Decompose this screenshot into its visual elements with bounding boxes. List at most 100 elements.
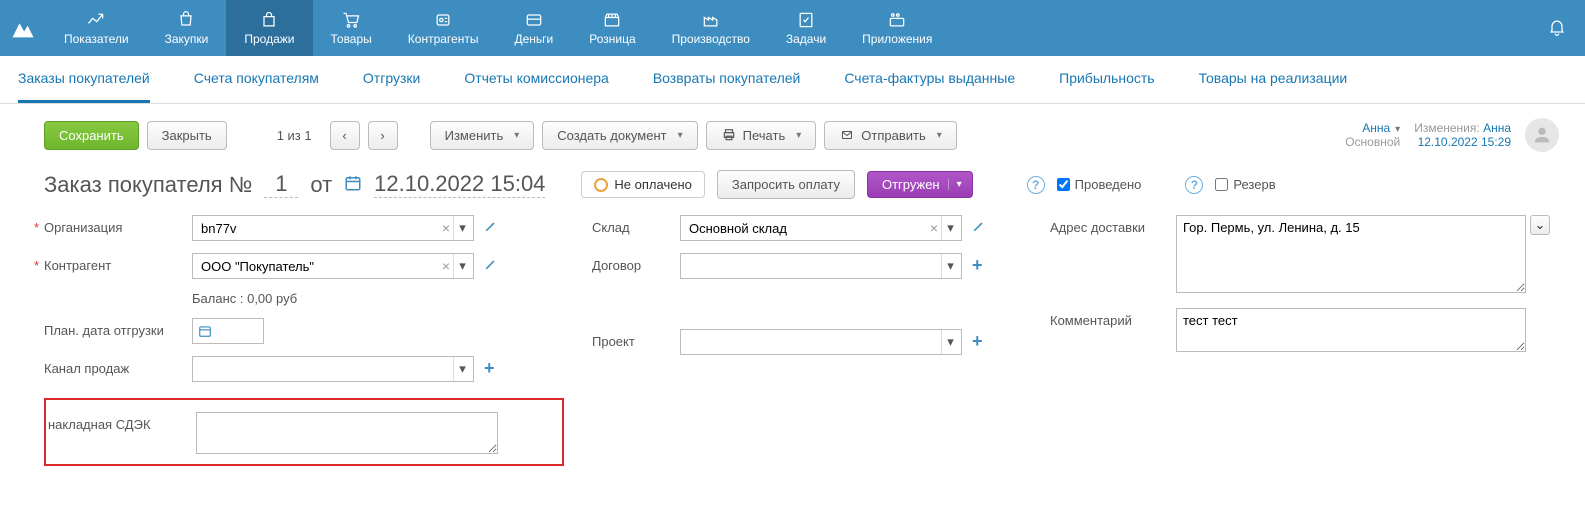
contract-combo[interactable]: ▾ (680, 253, 962, 279)
chevron-down-icon: ▾ (948, 179, 962, 190)
ship-status-badge[interactable]: Отгружен ▾ (867, 171, 973, 198)
notifications-bell-icon[interactable] (1529, 16, 1585, 41)
nav-label: Производство (672, 32, 750, 46)
sales-channel-input[interactable] (201, 362, 453, 377)
clear-icon[interactable]: × (439, 220, 453, 236)
document-header: Заказ покупателя № от 12.10.2022 15:04 Н… (0, 162, 1585, 211)
delivery-address-textarea[interactable] (1176, 215, 1526, 293)
status-circle-icon (594, 178, 608, 192)
nav-goods[interactable]: Товары (313, 0, 390, 56)
tab-goods-on-sale[interactable]: Товары на реализации (1199, 56, 1348, 103)
nav-counterparties[interactable]: Контрагенты (390, 0, 497, 56)
avatar[interactable] (1525, 118, 1559, 152)
request-payment-button[interactable]: Запросить оплату (717, 170, 855, 199)
doc-datetime[interactable]: 12.10.2022 15:04 (374, 171, 545, 198)
close-button[interactable]: Закрыть (147, 121, 227, 150)
chevron-down-icon[interactable]: ▾ (941, 216, 959, 240)
clear-icon[interactable]: × (927, 220, 941, 236)
nav-production[interactable]: Производство (654, 0, 768, 56)
nav-label: Показатели (64, 32, 129, 46)
user-info-block: Анна Основной Изменения: Анна 12.10.2022… (1345, 118, 1559, 152)
nav-retail[interactable]: Розница (571, 0, 653, 56)
nav-label: Задачи (786, 32, 826, 46)
help-icon[interactable]: ? (1185, 176, 1203, 194)
tab-customer-returns[interactable]: Возвраты покупателей (653, 56, 801, 103)
sub-nav: Заказы покупателей Счета покупателям Отг… (0, 56, 1585, 104)
doc-number-input[interactable] (264, 171, 298, 198)
save-button[interactable]: Сохранить (44, 121, 139, 150)
add-icon[interactable]: + (968, 253, 987, 278)
clear-icon[interactable]: × (439, 258, 453, 274)
tab-shipments[interactable]: Отгрузки (363, 56, 420, 103)
create-document-dropdown[interactable]: Создать документ (542, 121, 697, 150)
contract-input[interactable] (689, 259, 941, 274)
changes-datetime: 12.10.2022 15:29 (1414, 135, 1511, 149)
tab-profitability[interactable]: Прибыльность (1059, 56, 1154, 103)
mail-icon (839, 129, 855, 141)
page-counter: 1 из 1 (267, 128, 322, 143)
chevron-down-icon[interactable]: ▾ (941, 254, 959, 278)
calendar-icon (198, 324, 212, 338)
current-user-role: Основной (1345, 135, 1400, 149)
chevron-down-icon[interactable]: ▾ (453, 216, 471, 240)
changes-user[interactable]: Анна (1483, 121, 1511, 135)
nav-indicators[interactable]: Показатели (46, 0, 147, 56)
project-input[interactable] (689, 335, 941, 350)
change-dropdown[interactable]: Изменить (430, 121, 535, 150)
counterparty-combo[interactable]: × ▾ (192, 253, 474, 279)
nav-label: Товары (331, 32, 372, 46)
send-dropdown[interactable]: Отправить (824, 121, 957, 150)
form-area: Организация × ▾ Контрагент × ▾ Баланс : … (0, 211, 1585, 506)
project-combo[interactable]: ▾ (680, 329, 962, 355)
sdek-highlight-box: накладная СДЭК (44, 398, 564, 466)
tab-issued-invoices[interactable]: Счета-фактуры выданные (844, 56, 1015, 103)
nav-purchases[interactable]: Закупки (147, 0, 227, 56)
address-dropdown-button[interactable]: ⌄ (1530, 215, 1550, 235)
nav-label: Розница (589, 32, 635, 46)
warehouse-label: Склад (592, 215, 674, 235)
edit-icon[interactable] (480, 253, 502, 278)
tab-customer-orders[interactable]: Заказы покупателей (18, 56, 150, 103)
warehouse-combo[interactable]: × ▾ (680, 215, 962, 241)
reserve-checkbox[interactable]: Резерв (1215, 177, 1275, 192)
balance-text: Баланс : 0,00 руб (192, 291, 297, 306)
tab-commission-reports[interactable]: Отчеты комиссионера (464, 56, 609, 103)
nav-tasks[interactable]: Задачи (768, 0, 844, 56)
chevron-down-icon[interactable]: ▾ (453, 357, 471, 381)
warehouse-input[interactable] (689, 221, 927, 236)
plan-ship-date-input[interactable] (192, 318, 264, 344)
chevron-down-icon[interactable]: ▾ (941, 330, 959, 354)
posted-checkbox[interactable]: Проведено (1057, 177, 1142, 192)
chevron-down-icon[interactable]: ▾ (453, 254, 471, 278)
next-button[interactable]: › (368, 121, 398, 150)
comment-textarea[interactable] (1176, 308, 1526, 352)
prev-button[interactable]: ‹ (330, 121, 360, 150)
from-label: от (310, 172, 332, 198)
nav-sales[interactable]: Продажи (226, 0, 312, 56)
edit-icon[interactable] (968, 215, 990, 240)
plan-ship-date-label: План. дата отгрузки (44, 318, 186, 338)
calendar-icon[interactable] (344, 174, 362, 195)
changes-label: Изменения: (1414, 121, 1480, 135)
nav-label: Закупки (165, 32, 209, 46)
sdek-textarea[interactable] (196, 412, 498, 454)
counterparty-input[interactable] (201, 259, 439, 274)
tab-customer-invoices[interactable]: Счета покупателям (194, 56, 319, 103)
add-icon[interactable]: + (968, 329, 987, 354)
organization-input[interactable] (201, 221, 439, 236)
nav-label: Приложения (862, 32, 932, 46)
sdek-label: накладная СДЭК (48, 412, 190, 432)
nav-money[interactable]: Деньги (496, 0, 571, 56)
app-logo[interactable] (0, 0, 46, 56)
payment-status-button[interactable]: Не оплачено (581, 171, 704, 198)
current-user-name[interactable]: Анна (1345, 121, 1400, 135)
help-icon[interactable]: ? (1027, 176, 1045, 194)
edit-icon[interactable] (480, 215, 502, 240)
print-dropdown[interactable]: Печать (706, 121, 817, 150)
document-toolbar: Сохранить Закрыть 1 из 1 ‹ › Изменить Со… (0, 104, 1585, 162)
add-icon[interactable]: + (480, 356, 499, 381)
sales-channel-combo[interactable]: ▾ (192, 356, 474, 382)
nav-apps[interactable]: Приложения (844, 0, 950, 56)
delivery-address-label: Адрес доставки (1050, 215, 1170, 235)
organization-combo[interactable]: × ▾ (192, 215, 474, 241)
